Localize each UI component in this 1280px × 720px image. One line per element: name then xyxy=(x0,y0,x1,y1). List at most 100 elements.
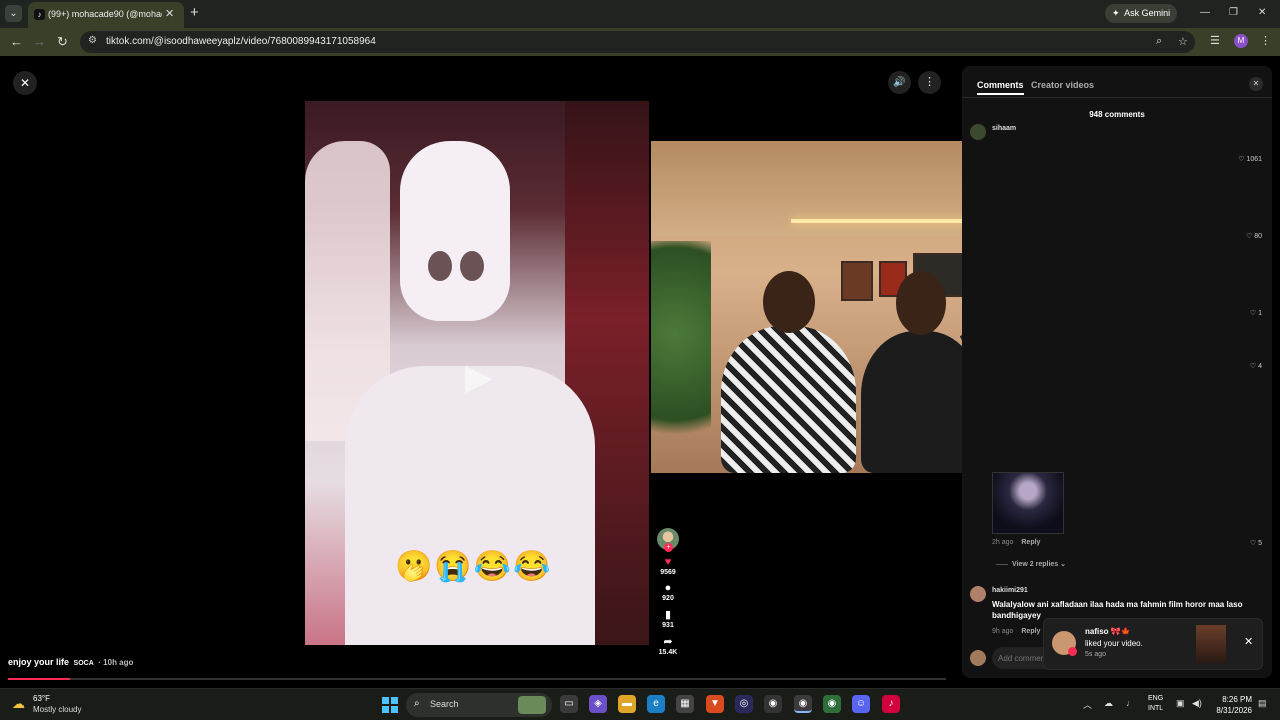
tab-comments[interactable]: Comments xyxy=(977,80,1024,95)
panel-close-icon[interactable]: ✕ xyxy=(1249,77,1263,91)
notification-bell-icon[interactable]: ▤ xyxy=(1258,698,1267,709)
ask-gemini-button[interactable]: ✦ Ask Gemini xyxy=(1105,4,1177,23)
play-icon[interactable]: ▶ xyxy=(465,356,493,398)
task-view-icon[interactable]: ▭ xyxy=(560,695,578,713)
tab-creator-videos[interactable]: Creator videos xyxy=(1031,80,1094,90)
chrome-beta-icon[interactable]: ◉ xyxy=(823,695,841,713)
address-bar[interactable]: ⚙ tiktok.com/@isoodhaweeyaplz/video/7680… xyxy=(80,31,1195,53)
network-icon[interactable]: ▣ xyxy=(1176,698,1185,709)
edge-icon[interactable]: e xyxy=(647,695,665,713)
heart-badge-icon xyxy=(1068,647,1077,656)
language-indicator[interactable]: ENG INTL xyxy=(1148,694,1163,714)
volume-icon[interactable]: ◀) xyxy=(1192,698,1202,709)
clock-time: 8:26 PM xyxy=(1222,695,1252,704)
weather-cloud-icon[interactable]: ☁ xyxy=(12,696,25,712)
comment-avatar[interactable] xyxy=(970,586,986,602)
back-button[interactable]: ← xyxy=(10,34,23,49)
minimize-button[interactable]: — xyxy=(1200,7,1210,18)
clock-date: 8/31/2026 xyxy=(1216,706,1252,715)
reply-button[interactable]: Reply xyxy=(1021,539,1040,546)
view-replies-button[interactable]: View 2 replies ⌄ xyxy=(996,560,1066,568)
browser-toolbar: ← → ↻ ⚙ tiktok.com/@isoodhaweeyaplz/vide… xyxy=(0,28,1280,56)
app-icon[interactable]: ◎ xyxy=(735,695,753,713)
browser-tab-active[interactable]: ♪ (99+) mohacade90 (@mohacilip ✕ xyxy=(28,2,184,28)
comment-like-count[interactable]: ♡ 5 xyxy=(1250,539,1262,547)
panel-divider xyxy=(962,97,1272,98)
brave-icon[interactable]: ▼ xyxy=(706,695,724,713)
comment-image[interactable] xyxy=(992,472,1064,534)
comment-username[interactable]: hakiimi291 xyxy=(992,587,1028,594)
tiktok-app-icon[interactable]: ♪ xyxy=(882,695,900,713)
comment-like-count[interactable]: ♡ 1061 xyxy=(1238,155,1262,163)
weather-description[interactable]: Mostly cloudy xyxy=(33,705,81,714)
comment-time: 9h ago xyxy=(992,628,1014,635)
store-icon[interactable]: ▦ xyxy=(676,695,694,713)
reload-button[interactable]: ↻ xyxy=(57,34,68,50)
comment-like-count[interactable]: ♡ 80 xyxy=(1246,232,1262,240)
bookmark-star-icon[interactable]: ☆ xyxy=(1178,35,1188,48)
like-notification-toast[interactable]: nafiso 🎀🍁 liked your video. 5s ago ✕ xyxy=(1043,618,1263,670)
save-count: 931 xyxy=(662,622,674,629)
like-heart-icon[interactable]: ♥ xyxy=(656,556,680,568)
close-video-button[interactable]: ✕ xyxy=(13,71,37,95)
video-white-figure-head xyxy=(400,141,510,321)
video-music[interactable]: SOCA xyxy=(74,660,94,667)
comment-bubble-icon[interactable]: ● xyxy=(656,582,680,594)
close-window-button[interactable]: ✕ xyxy=(1258,7,1266,18)
video-actions: + ♥ 9569 ● 920 ▮ 931 ➦ 15.4K xyxy=(656,528,680,656)
url-text[interactable]: tiktok.com/@isoodhaweeyaplz/video/768008… xyxy=(106,36,376,47)
ask-gemini-label: Ask Gemini xyxy=(1124,8,1171,18)
taskbar-clock[interactable]: 8:26 PM 8/31/2026 xyxy=(1212,694,1252,716)
volume-button[interactable]: 🔊 xyxy=(888,71,911,94)
comment-avatar[interactable] xyxy=(970,124,986,140)
zoom-icon[interactable]: ⌕ xyxy=(1156,35,1162,48)
chrome-dev-icon[interactable]: ◉ xyxy=(764,695,782,713)
tab-close-icon[interactable]: ✕ xyxy=(165,7,174,20)
tab-search-menu-button[interactable]: ⌄ xyxy=(5,5,22,22)
mask-eye-right xyxy=(460,251,484,281)
comment-meta: 2h ago Reply xyxy=(992,539,1040,546)
language-code: ENG xyxy=(1148,695,1164,702)
video-progress-bar[interactable] xyxy=(8,678,946,680)
like-count: 9569 xyxy=(660,569,676,576)
tab-title: (99+) mohacade90 (@mohacilip xyxy=(48,9,162,19)
creator-avatar[interactable]: + xyxy=(657,528,679,552)
copilot-icon[interactable]: ◈ xyxy=(589,695,607,713)
reply-button[interactable]: Reply xyxy=(1021,628,1040,635)
bookmark-icon[interactable]: ▮ xyxy=(656,608,680,621)
restore-button[interactable]: ❐ xyxy=(1229,7,1238,18)
heart-outline-icon: ♡ xyxy=(1245,233,1253,240)
heart-outline-icon: ♡ xyxy=(1249,363,1257,370)
comments-panel: Comments Creator videos ✕ 948 comments s… xyxy=(962,66,1272,678)
screen: ⌄ ♪ (99+) mohacade90 (@mohacilip ✕ + ✦ A… xyxy=(0,0,1280,720)
forward-button[interactable]: → xyxy=(33,34,46,49)
start-windows-icon[interactable] xyxy=(382,697,398,713)
video-white-figure-body xyxy=(345,366,595,645)
taskbar-search[interactable]: ⌕ Search xyxy=(406,693,552,717)
follow-plus-icon[interactable]: + xyxy=(664,543,673,552)
more-options-button[interactable]: ⋮ xyxy=(918,71,941,94)
comment-username[interactable]: sihaam xyxy=(992,125,1016,132)
profile-avatar[interactable]: M xyxy=(1234,34,1248,48)
new-tab-button[interactable]: + xyxy=(190,4,199,21)
media-controls-icon[interactable]: ☰ xyxy=(1210,34,1220,47)
site-info-icon[interactable]: ⚙ xyxy=(88,35,97,46)
mask-eye-left xyxy=(428,251,452,281)
file-explorer-icon[interactable]: ▬ xyxy=(618,695,636,713)
chrome-icon[interactable]: ◉ xyxy=(794,695,812,713)
microphone-icon[interactable]: ♩ xyxy=(1126,698,1135,708)
video-player[interactable]: ▶ 🫢😭😂😂 xyxy=(305,101,649,645)
weather-temperature[interactable]: 63°F xyxy=(33,694,50,703)
tray-overflow-icon[interactable]: ︿ xyxy=(1083,698,1092,711)
comment-like-count[interactable]: ♡ 4 xyxy=(1250,362,1262,370)
comment-like-value: 1061 xyxy=(1246,156,1262,163)
cloud-sync-icon[interactable]: ☁ xyxy=(1104,698,1113,709)
notification-video-thumbnail[interactable] xyxy=(1196,625,1226,663)
browser-menu-icon[interactable]: ⋮ xyxy=(1260,34,1271,47)
comment-meta: 9h ago Reply xyxy=(992,628,1040,635)
heart-outline-icon: ♡ xyxy=(1238,156,1245,163)
share-arrow-icon[interactable]: ➦ xyxy=(656,635,680,648)
notification-close-icon[interactable]: ✕ xyxy=(1244,635,1253,648)
discord-icon[interactable]: ☺ xyxy=(852,695,870,713)
comment-like-count[interactable]: ♡ 1 xyxy=(1250,309,1262,317)
